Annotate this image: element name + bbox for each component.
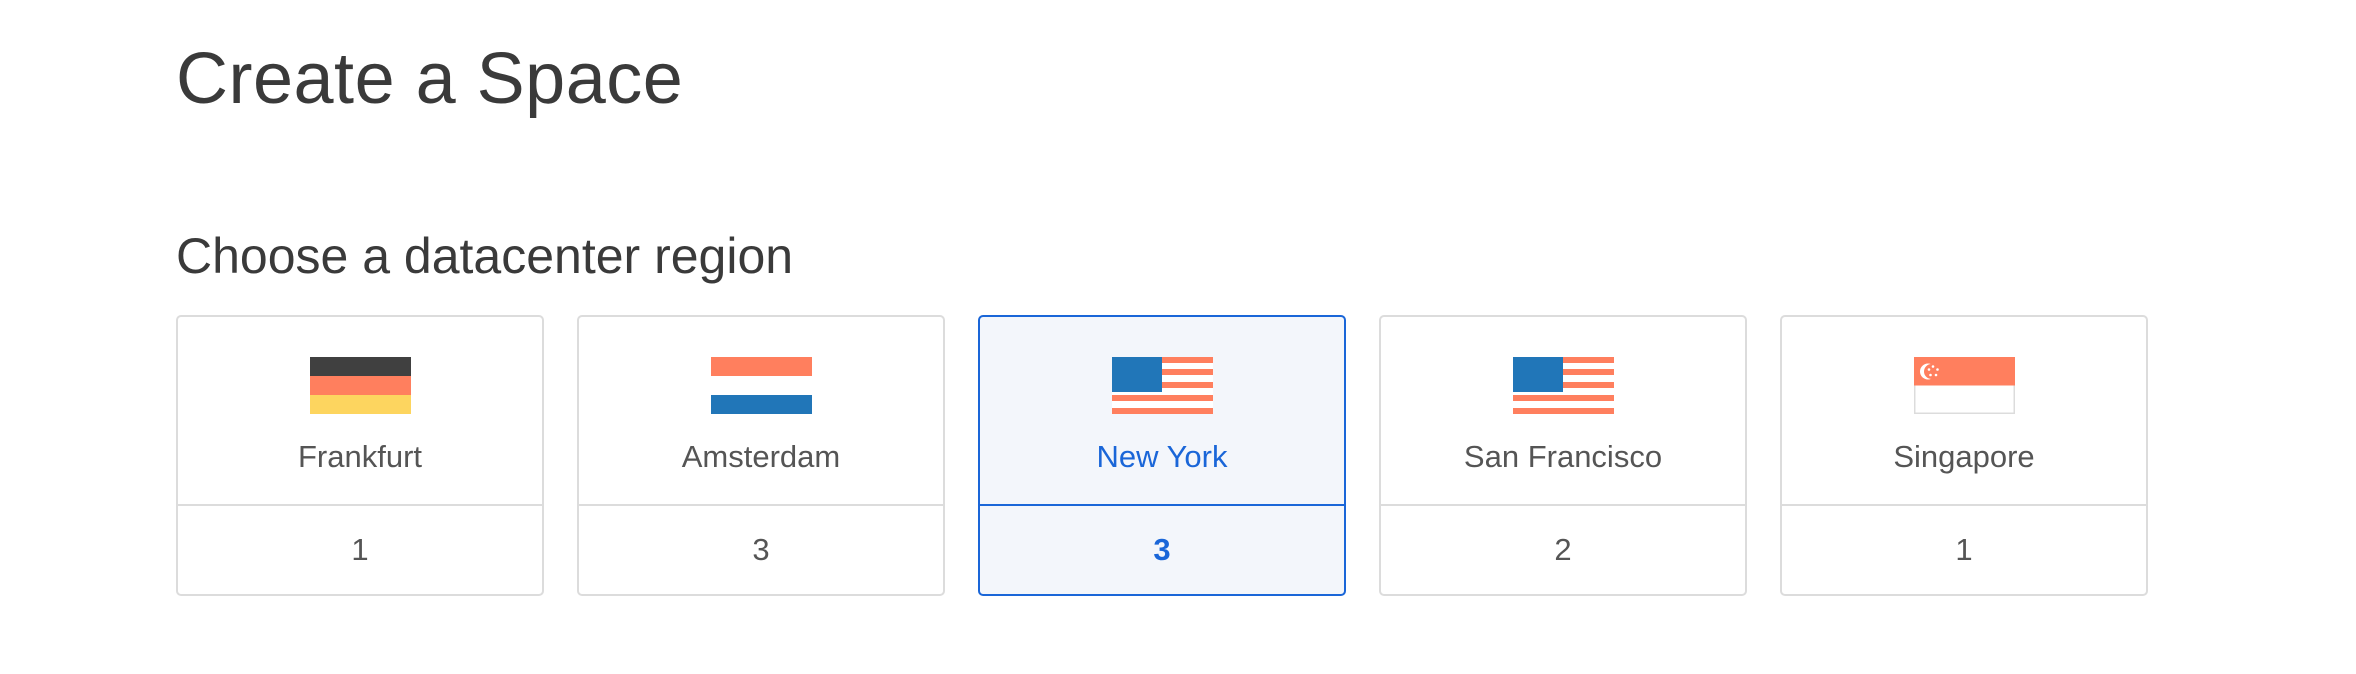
usa-flag-icon bbox=[1512, 357, 1614, 414]
region-name: Frankfurt bbox=[297, 439, 423, 474]
region-card-header: San Francisco bbox=[1381, 317, 1745, 506]
region-card-footer: 1 bbox=[178, 506, 542, 594]
region-card-header: Amsterdam bbox=[579, 317, 943, 506]
region-card-new-york[interactable]: New York 3 bbox=[978, 315, 1346, 596]
region-card-footer: 2 bbox=[1381, 506, 1745, 594]
region-count: 3 bbox=[1153, 532, 1171, 567]
region-card-singapore[interactable]: Singapore 1 bbox=[1780, 315, 2148, 596]
netherlands-flag-icon bbox=[710, 357, 812, 414]
region-card-footer: 1 bbox=[1782, 506, 2146, 594]
region-card-header: Frankfurt bbox=[178, 317, 542, 506]
page-title: Create a Space bbox=[176, 39, 684, 119]
region-card-frankfurt[interactable]: Frankfurt 1 bbox=[176, 315, 544, 596]
region-name: New York bbox=[1096, 439, 1228, 474]
region-card-san-francisco[interactable]: San Francisco 2 bbox=[1379, 315, 1747, 596]
region-name: Amsterdam bbox=[681, 439, 841, 474]
region-card-header: New York bbox=[980, 317, 1344, 506]
region-name: San Francisco bbox=[1463, 439, 1663, 474]
section-title: Choose a datacenter region bbox=[176, 228, 794, 284]
region-selector: Frankfurt 1 Amsterdam 3 New York 3 San F… bbox=[176, 315, 2148, 596]
region-card-footer: 3 bbox=[980, 506, 1344, 594]
usa-flag-icon bbox=[1111, 357, 1213, 414]
region-count: 1 bbox=[1955, 532, 1973, 567]
singapore-flag-icon bbox=[1913, 357, 2015, 414]
region-count: 3 bbox=[752, 532, 770, 567]
region-name: Singapore bbox=[1893, 439, 2035, 474]
region-card-header: Singapore bbox=[1782, 317, 2146, 506]
region-count: 2 bbox=[1554, 532, 1572, 567]
region-card-footer: 3 bbox=[579, 506, 943, 594]
germany-flag-icon bbox=[309, 357, 411, 414]
region-count: 1 bbox=[351, 532, 369, 567]
region-card-amsterdam[interactable]: Amsterdam 3 bbox=[577, 315, 945, 596]
